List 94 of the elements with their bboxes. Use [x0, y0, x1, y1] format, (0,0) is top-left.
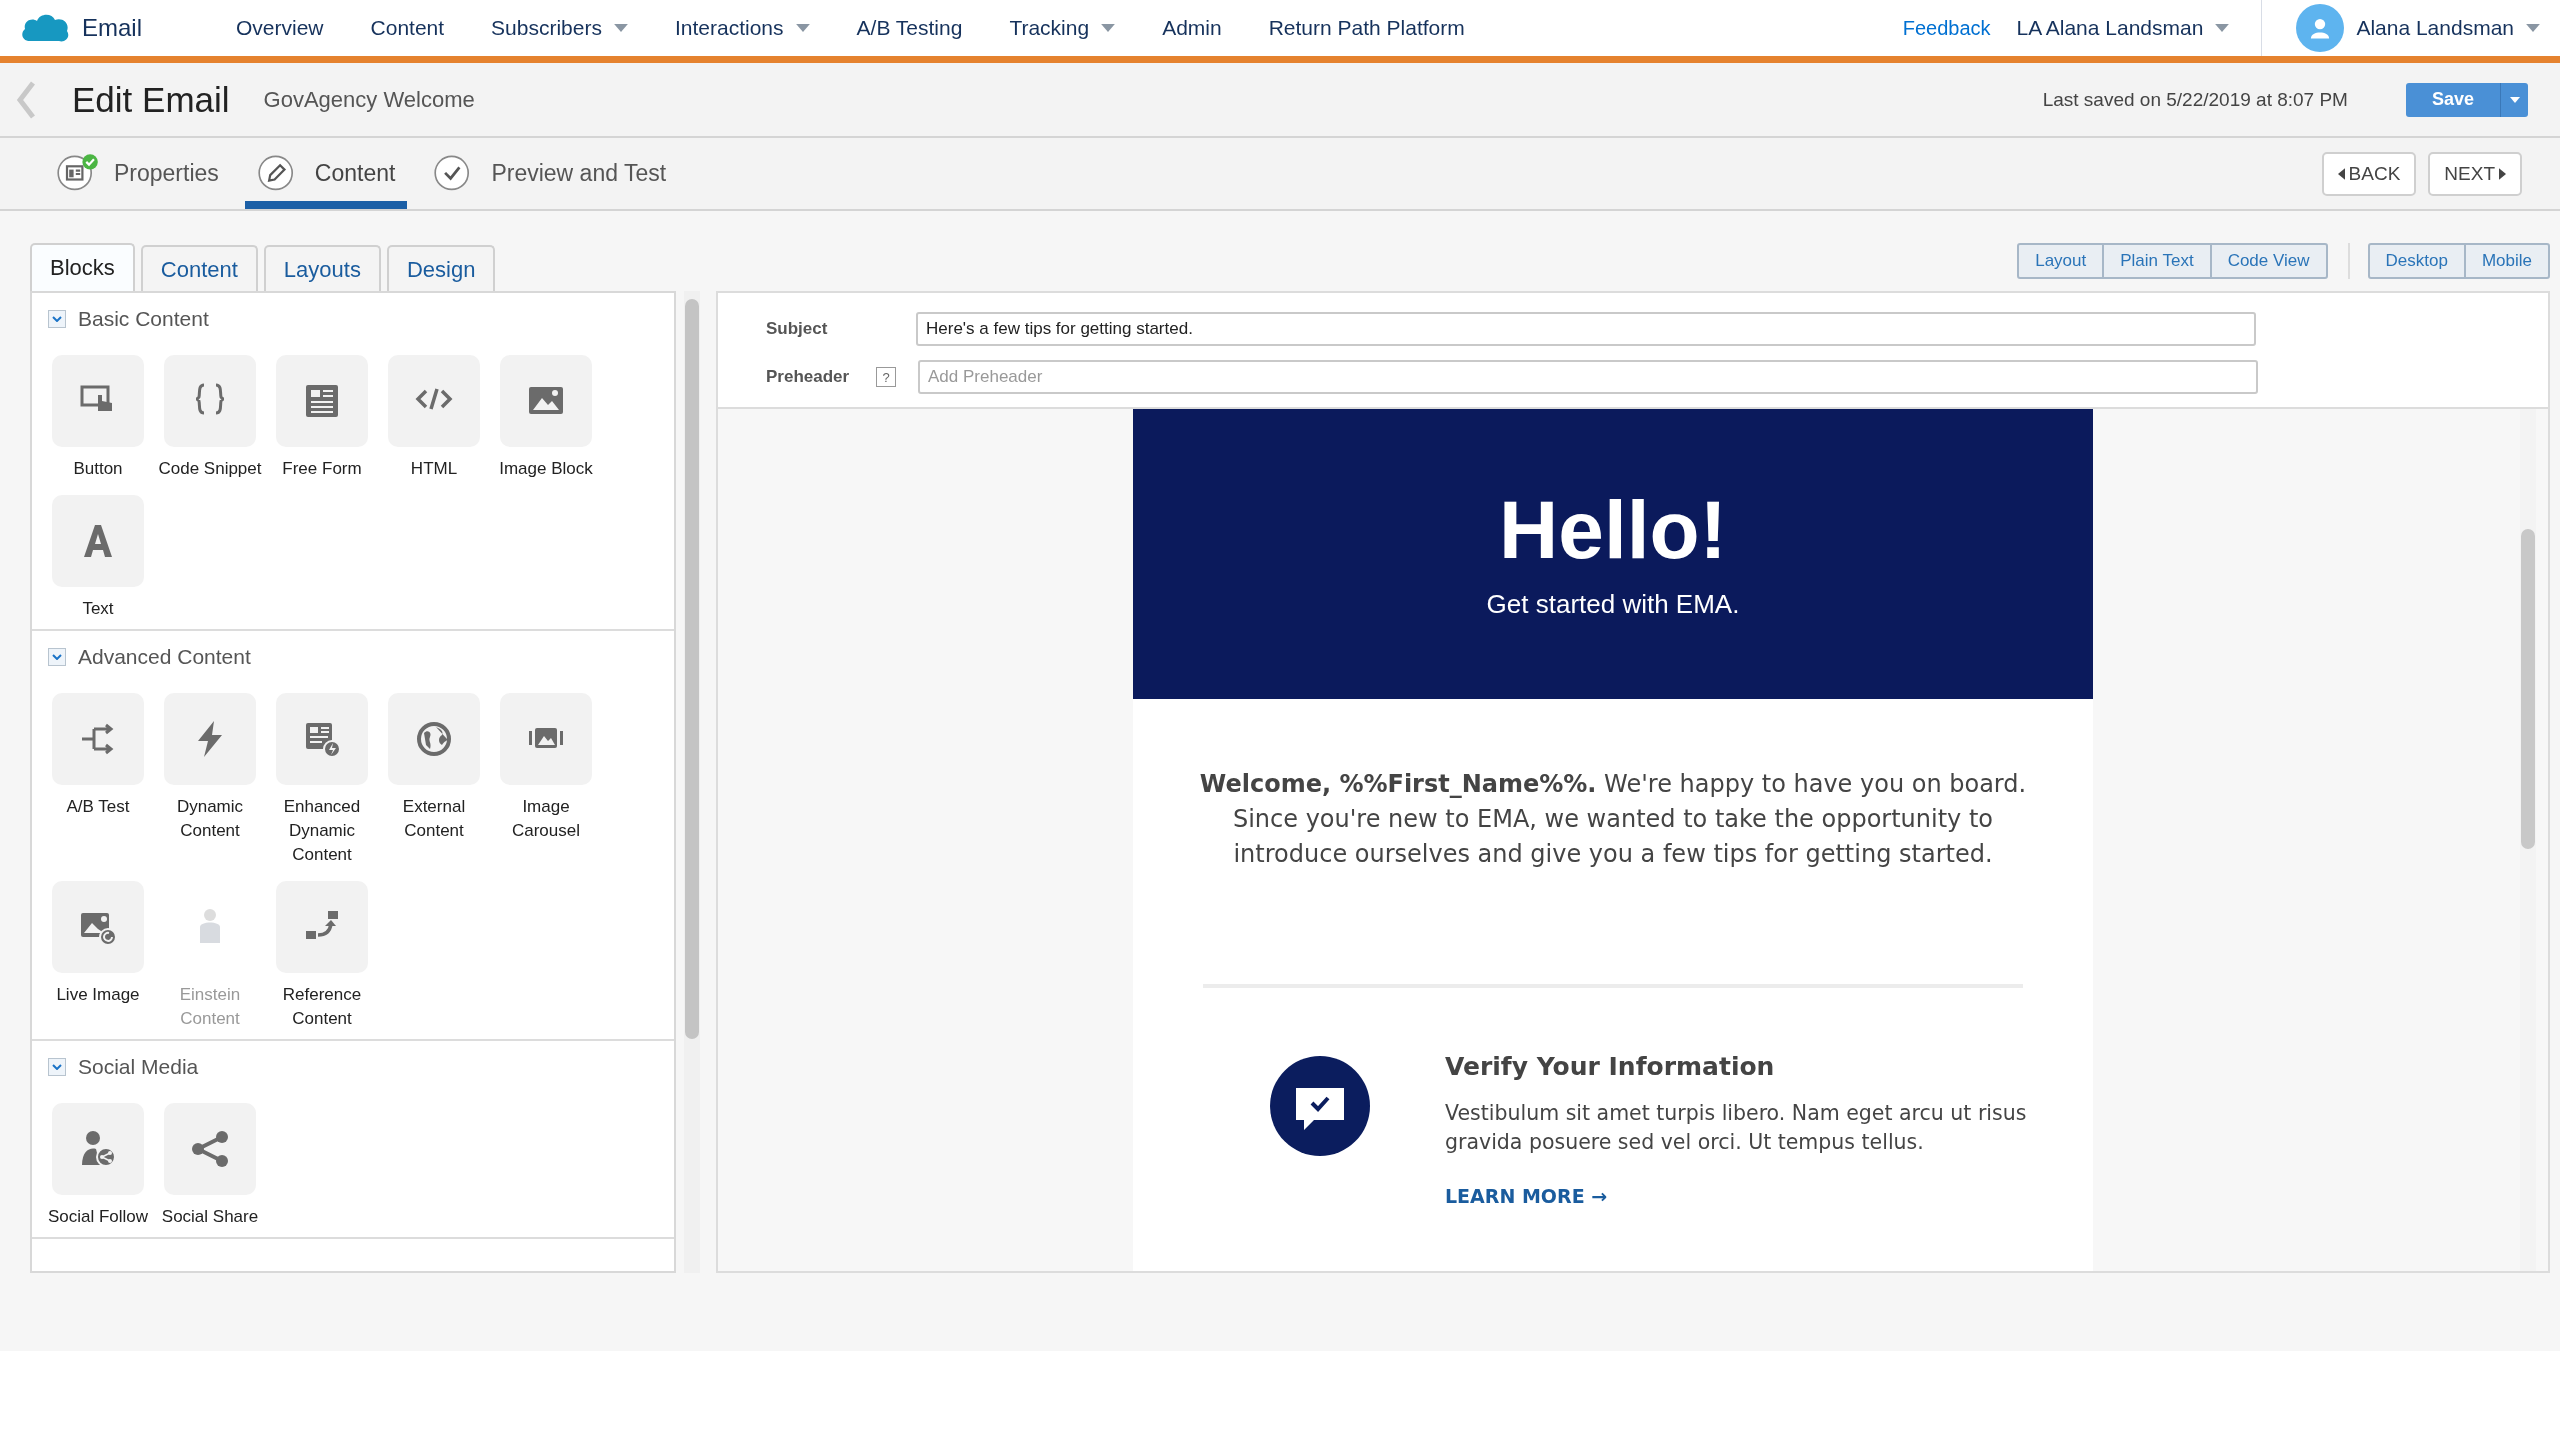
nav-item[interactable]: Subscribers — [491, 16, 628, 40]
nav-item[interactable]: A/B Testing — [856, 16, 963, 40]
block-tile[interactable] — [164, 355, 256, 447]
nav-item[interactable]: Admin — [1162, 16, 1222, 40]
block-tile[interactable] — [388, 355, 480, 447]
panel-tab[interactable]: Blocks — [30, 243, 135, 291]
left-triangle-icon[interactable] — [2337, 167, 2345, 180]
block-label: Social Share — [160, 1206, 260, 1228]
nav-item[interactable]: Interactions — [675, 16, 810, 40]
block-label: Enhanced Dynamic Content — [282, 796, 362, 866]
section-title: Social Media — [78, 1055, 199, 1079]
subject-label: Subject — [766, 319, 829, 339]
panel-tab[interactable]: Design — [386, 245, 496, 291]
last-saved-text: Last saved on 5/22/2019 at 8:07 PM — [2042, 88, 2348, 111]
block-label: Reference Content — [281, 984, 363, 1030]
block-tile[interactable] — [52, 495, 144, 587]
block-label: Social Follow — [46, 1206, 150, 1228]
block-tile[interactable] — [500, 355, 592, 447]
hero-title: Hello! — [1499, 488, 1727, 571]
feedback-link[interactable]: Feedback — [1902, 16, 1991, 40]
panel-tab[interactable]: Layouts — [263, 245, 381, 291]
block-label: Text — [81, 598, 115, 620]
block-label: Image Block — [498, 458, 594, 480]
user-menu[interactable]: Alana Landsman — [2356, 16, 2540, 40]
caret-icon[interactable] — [2509, 96, 2520, 103]
block-label: Free Form — [281, 458, 363, 480]
caret-icon[interactable] — [1101, 24, 1116, 32]
section-title: Advanced Content — [78, 645, 251, 669]
block-label: Live Image — [55, 984, 141, 1006]
email-name: GovAgency Welcome — [263, 86, 475, 113]
device-button[interactable]: Mobile — [2463, 243, 2550, 279]
view-mode-button[interactable]: Plain Text — [2102, 243, 2212, 279]
block-tile[interactable] — [52, 693, 144, 785]
share-icon — [190, 1129, 230, 1169]
nav-item[interactable]: Content — [370, 16, 445, 40]
avatar-icon[interactable] — [2296, 4, 2345, 52]
view-mode-button[interactable]: Code View — [2209, 243, 2328, 279]
caret-icon[interactable] — [795, 24, 810, 32]
back-button[interactable]: BACK — [2321, 151, 2417, 196]
collapse-toggle[interactable] — [48, 648, 66, 666]
block-label: External Content — [401, 796, 467, 842]
caret-icon[interactable] — [2215, 24, 2230, 32]
preheader-field[interactable]: Add Preheader — [918, 360, 2258, 394]
caret-icon[interactable] — [2526, 24, 2540, 32]
nav-item[interactable]: Return Path Platform — [1268, 16, 1465, 40]
scrollbar[interactable] — [2520, 409, 2536, 1271]
block-tile[interactable] — [164, 693, 256, 785]
nav-item[interactable]: Overview — [236, 16, 324, 40]
nav-item[interactable]: Tracking — [1009, 16, 1116, 40]
block-tile[interactable] — [52, 1103, 144, 1195]
page-title: Edit Email — [72, 79, 230, 120]
block-tile[interactable] — [276, 355, 368, 447]
feature-title: Verify Your Information — [1445, 1052, 1776, 1081]
block-tile[interactable] — [388, 693, 480, 785]
step-tab[interactable]: Preview and Test — [421, 138, 679, 209]
collapse-toggle[interactable] — [48, 1058, 66, 1076]
block-tile[interactable] — [52, 355, 144, 447]
block-label: Code Snippet — [157, 458, 263, 480]
block-label: Image Carousel — [510, 796, 581, 842]
feature-text: Vestibulum sit amet turpis libero. Nam eget arcu ut risus gravida posuere sed vel orci. Ut tempus tellus. — [1445, 1100, 2028, 1156]
chat-check-icon — [1270, 1056, 1370, 1156]
subject-field[interactable]: Here's a few tips for getting started. — [916, 312, 2256, 346]
block-tile[interactable] — [276, 881, 368, 973]
step-tab[interactable]: Properties — [44, 138, 231, 209]
view-mode-button[interactable]: Layout — [2017, 243, 2105, 279]
account-menu[interactable]: LA Alana Landsman — [2016, 16, 2230, 40]
learn-more-link[interactable]: LEARN MORE → — [1445, 1185, 1608, 1207]
right-triangle-icon[interactable] — [2499, 167, 2506, 180]
block-label: Button — [72, 458, 124, 480]
block-label: A/B Test — [65, 796, 131, 818]
chevron-icon[interactable] — [52, 1064, 62, 1070]
help-icon[interactable]: ? — [876, 367, 896, 387]
block-tile[interactable] — [52, 881, 144, 973]
preheader-label: Preheader — [766, 367, 851, 387]
caret-icon[interactable] — [614, 24, 628, 32]
chevron-icon[interactable] — [52, 316, 62, 322]
block-label: Dynamic Content — [175, 796, 245, 842]
hero-subtitle: Get started with EMA. — [1486, 588, 1740, 620]
chevron-icon[interactable] — [52, 654, 62, 660]
block-label: HTML — [409, 458, 459, 480]
section-title: Basic Content — [78, 307, 209, 331]
app-name[interactable]: Email — [82, 14, 142, 42]
panel-tab[interactable]: Content — [140, 245, 258, 291]
collapse-toggle[interactable] — [48, 310, 66, 328]
scrollbar[interactable] — [684, 291, 700, 1273]
block-tile[interactable] — [500, 693, 592, 785]
block-label: Einstein Content — [178, 984, 242, 1030]
block-tile[interactable] — [164, 1103, 256, 1195]
save-menu-button[interactable] — [2500, 82, 2528, 117]
device-button[interactable]: Desktop — [2367, 243, 2466, 279]
block-tile[interactable] — [276, 693, 368, 785]
intro-paragraph: Welcome, %%First_Name%%. We're happy to have you on board. Since you're new to EMA, we wanted to take the opportunity to introduce ourselves and give you a few tips for getting started. — [1198, 769, 2028, 870]
globe-icon — [414, 719, 454, 759]
next-button[interactable]: NEXT — [2428, 151, 2522, 196]
